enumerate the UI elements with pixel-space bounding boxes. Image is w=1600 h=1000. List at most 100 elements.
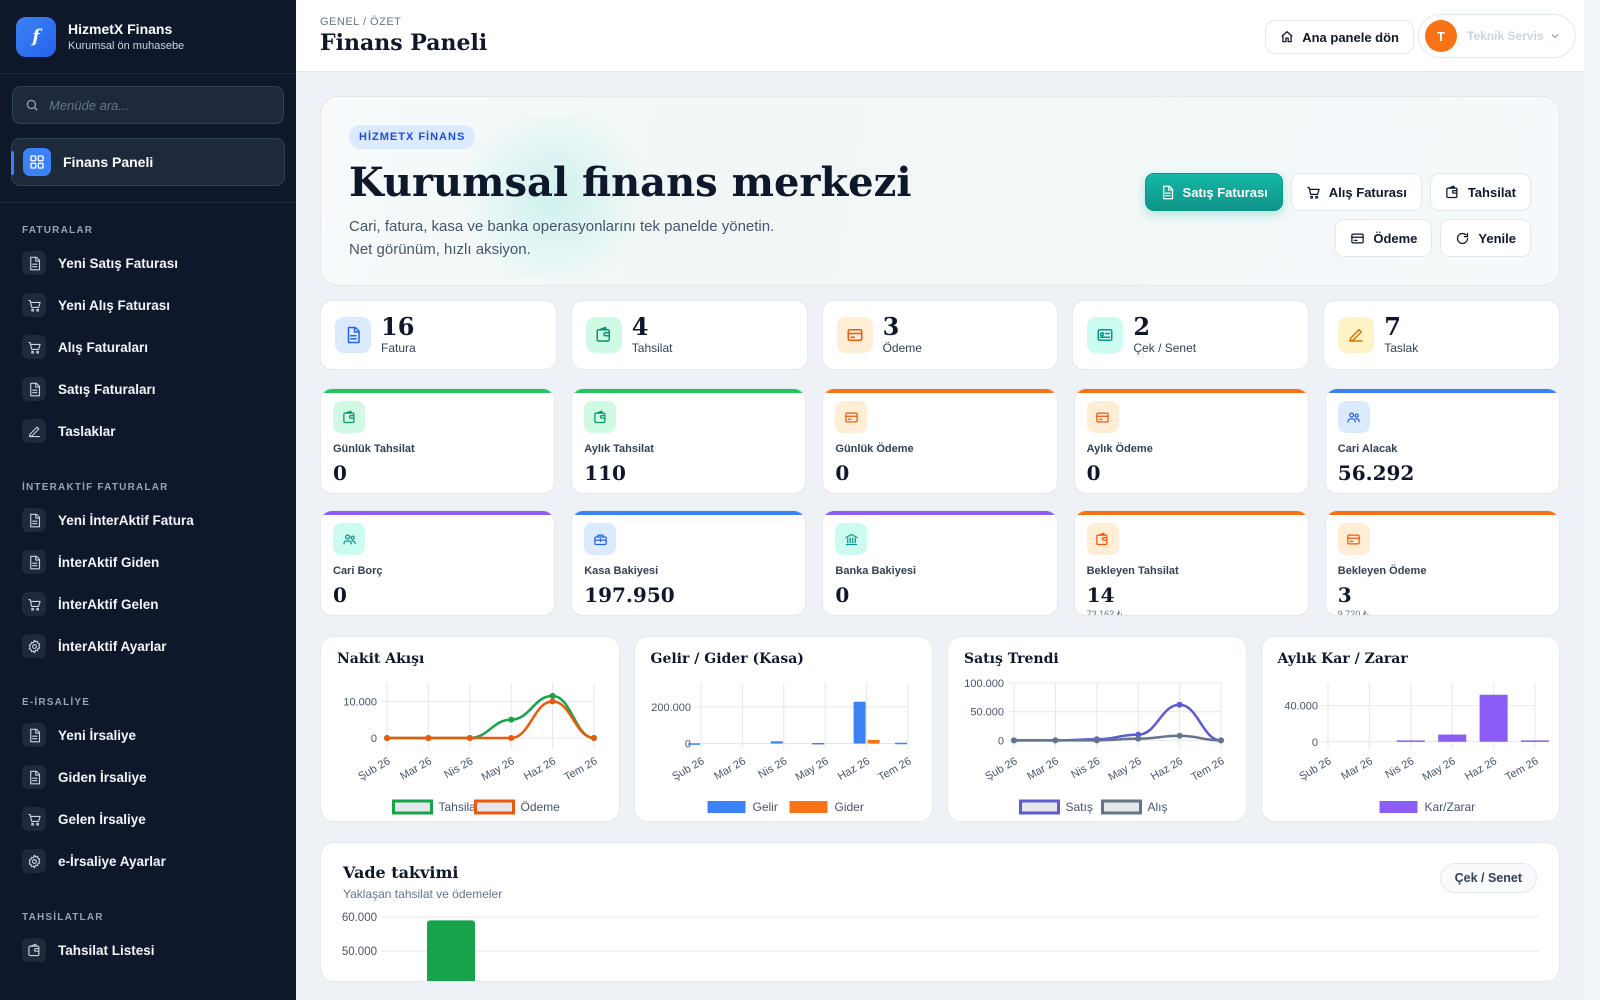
chart-title: Aylık Kar / Zarar bbox=[1277, 651, 1408, 667]
x-tick-label: Haz 26 bbox=[1149, 755, 1185, 783]
chart-svg: 0 10.000 Şub 26 Mar 26 Nis 26 May 26 Haz 26 Tem… bbox=[343, 683, 600, 815]
data-point[interactable] bbox=[466, 735, 473, 741]
page-scrollbar[interactable] bbox=[1584, 0, 1600, 1000]
legend-item[interactable]: Satış bbox=[1019, 799, 1093, 815]
bar-kar-zarar[interactable] bbox=[1520, 740, 1549, 742]
sidebar-item-i-nteraktif-ayarlar[interactable]: İnterAktif Ayarlar bbox=[0, 625, 296, 667]
sidebar-item-i-nteraktif-giden[interactable]: İnterAktif Giden bbox=[0, 541, 296, 583]
stat-card-tahsilat[interactable]: 4 Tahsilat bbox=[570, 300, 808, 370]
bar-gelir[interactable] bbox=[811, 742, 824, 745]
yenile-button[interactable]: Yenile bbox=[1440, 219, 1531, 257]
data-point[interactable] bbox=[549, 698, 556, 705]
sidebar-item-tahsilat-listesi[interactable]: Tahsilat Listesi bbox=[0, 929, 296, 971]
sidebar-item-satis-faturalari[interactable]: Satış Faturaları bbox=[0, 368, 296, 410]
legend-swatch bbox=[392, 799, 433, 815]
data-point[interactable] bbox=[591, 735, 597, 741]
stat-card-cek-senet[interactable]: 2 Çek / Senet bbox=[1072, 300, 1310, 370]
sidebar-item-finans-paneli[interactable]: Finans Paneli bbox=[11, 138, 285, 186]
series-line-odeme bbox=[387, 700, 595, 740]
data-point[interactable] bbox=[425, 735, 432, 741]
kpi-value: 0 bbox=[333, 461, 347, 485]
sidebar-item-yeni-alis-faturasi[interactable]: Yeni Alış Faturası bbox=[0, 284, 296, 326]
sidebar-item-yeni-i-rsaliye[interactable]: Yeni İrsaliye bbox=[0, 714, 296, 756]
sidebar-item-taslaklar[interactable]: Taslaklar bbox=[0, 410, 296, 452]
sidebar-item-yeni-i-nteraktif-fatura[interactable]: Yeni İnterAktif Fatura bbox=[0, 499, 296, 541]
kpi-card-kasa-bakiyesi[interactable]: Kasa Bakiyesi 197.950 bbox=[571, 510, 807, 616]
legend-item[interactable]: Ödeme bbox=[474, 799, 561, 815]
sidebar-item-label: Yeni Satış Faturası bbox=[58, 255, 179, 271]
bar-gelir[interactable] bbox=[853, 701, 866, 744]
sidebar-item-i-nteraktif-gelen[interactable]: İnterAktif Gelen bbox=[0, 583, 296, 625]
stat-card-fatura[interactable]: 16 Fatura bbox=[320, 300, 557, 370]
data-point[interactable] bbox=[549, 692, 556, 699]
sidebar-item-label: Giden İrsaliye bbox=[58, 769, 147, 785]
kpi-card-banka-bakiyesi[interactable]: Banka Bakiyesi 0 bbox=[822, 510, 1058, 616]
data-point[interactable] bbox=[1093, 737, 1100, 744]
legend-item[interactable]: Tahsilat bbox=[392, 799, 480, 815]
data-point[interactable] bbox=[1218, 737, 1224, 744]
chart-cards: Nakit Akışı 0 10.000 Şub 26 Mar 26 Nis 26 May … bbox=[320, 636, 1560, 822]
legend-item[interactable]: Alış bbox=[1101, 799, 1168, 815]
sidebar-search-input[interactable] bbox=[49, 97, 249, 113]
cart-icon bbox=[27, 813, 41, 826]
legend-item[interactable]: Gider bbox=[789, 800, 863, 814]
kpi-card-bekleyen-tahsilat[interactable]: Bekleyen Tahsilat 14 73.162 ₺ bbox=[1073, 510, 1309, 616]
sidebar-item-gelen-i-rsaliye[interactable]: Gelen İrsaliye bbox=[0, 798, 296, 840]
bar-kar-zarar[interactable] bbox=[1396, 740, 1425, 742]
sidebar-item-e-i-rsaliye-ayarlar[interactable]: e-İrsaliye Ayarlar bbox=[0, 840, 296, 882]
hero-panel: HİZMETX FİNANS Kurumsal finans merkezi C… bbox=[320, 96, 1560, 286]
data-point[interactable] bbox=[1135, 735, 1142, 742]
data-point[interactable] bbox=[1052, 737, 1059, 744]
card-icon bbox=[845, 412, 858, 422]
kpi-card-gunluk-odeme[interactable]: Günlük Ödeme 0 bbox=[822, 388, 1058, 494]
bar-kar-zarar[interactable] bbox=[1437, 734, 1466, 742]
x-tick-label: Nis 26 bbox=[756, 755, 789, 781]
kpi-card-gunluk-tahsilat[interactable]: Günlük Tahsilat 0 bbox=[320, 388, 556, 494]
data-point[interactable] bbox=[508, 716, 515, 723]
due-bar[interactable] bbox=[427, 920, 475, 982]
topbar: GENEL / ÖZET Finans Paneli Ana panele dö… bbox=[296, 0, 1584, 72]
stat-card-taslak[interactable]: 7 Taslak bbox=[1323, 300, 1560, 370]
user-menu[interactable]: T Teknik Servis bbox=[1418, 14, 1576, 58]
odeme-button[interactable]: Ödeme bbox=[1335, 219, 1433, 257]
kpi-card-bekleyen-odeme[interactable]: Bekleyen Ödeme 3 9.720 ₺ bbox=[1324, 510, 1560, 616]
kpi-card-aylik-tahsilat[interactable]: Aylık Tahsilat 110 bbox=[571, 388, 807, 494]
home-button[interactable]: Ana panele dön bbox=[1265, 20, 1414, 54]
sidebar-item-alis-faturalari[interactable]: Alış Faturaları bbox=[0, 326, 296, 368]
bar-gelir[interactable] bbox=[687, 743, 700, 745]
bar-gelir[interactable] bbox=[894, 742, 907, 745]
hero-title: Kurumsal finans merkezi bbox=[349, 159, 912, 206]
kpi-card-cari-alacak[interactable]: Cari Alacak 56.292 bbox=[1324, 388, 1560, 494]
bar-gelir[interactable] bbox=[770, 741, 783, 744]
sidebar-item-giden-i-rsaliye[interactable]: Giden İrsaliye bbox=[0, 756, 296, 798]
data-point[interactable] bbox=[1176, 701, 1183, 708]
data-point[interactable] bbox=[508, 735, 515, 741]
cheque-note-button[interactable]: Çek / Senet bbox=[1439, 863, 1537, 893]
legend-item[interactable]: Kar/Zarar bbox=[1379, 800, 1475, 814]
stat-icon bbox=[1338, 317, 1375, 353]
document-icon bbox=[29, 770, 40, 784]
kpi-cards: Günlük Tahsilat 0 Aylık Tahsilat 110 Günlük … bbox=[320, 388, 1560, 616]
kpi-card-aylik-odeme[interactable]: Aylık Ödeme 0 bbox=[1073, 388, 1309, 494]
bar-kar-zarar[interactable] bbox=[1479, 694, 1508, 742]
alis-faturasi-button[interactable]: Alış Faturası bbox=[1290, 173, 1422, 211]
tahsilat-button[interactable]: Tahsilat bbox=[1429, 173, 1531, 211]
bar-gider[interactable] bbox=[867, 739, 880, 744]
pencil-icon bbox=[22, 419, 46, 443]
sidebar-search[interactable] bbox=[12, 86, 284, 124]
legend-item[interactable]: Gelir bbox=[707, 800, 777, 814]
document-icon bbox=[22, 765, 46, 789]
kpi-card-cari-borc[interactable]: Cari Borç 0 bbox=[320, 510, 556, 616]
sidebar-item-yeni-satis-faturasi[interactable]: Yeni Satış Faturası bbox=[0, 242, 296, 284]
stat-value: 2 bbox=[1133, 312, 1151, 341]
data-point[interactable] bbox=[384, 735, 390, 741]
data-point[interactable] bbox=[1176, 732, 1183, 739]
data-point[interactable] bbox=[1011, 737, 1017, 744]
stat-card-odeme[interactable]: 3 Ödeme bbox=[821, 300, 1059, 370]
legend-label: Kar/Zarar bbox=[1424, 800, 1475, 814]
refresh-icon bbox=[1457, 232, 1469, 244]
gear-icon bbox=[22, 634, 46, 658]
sidebar-item-label: İnterAktif Ayarlar bbox=[58, 638, 167, 654]
wallet-icon bbox=[593, 410, 606, 423]
satis-faturasi-button[interactable]: Satış Faturası bbox=[1144, 173, 1283, 211]
